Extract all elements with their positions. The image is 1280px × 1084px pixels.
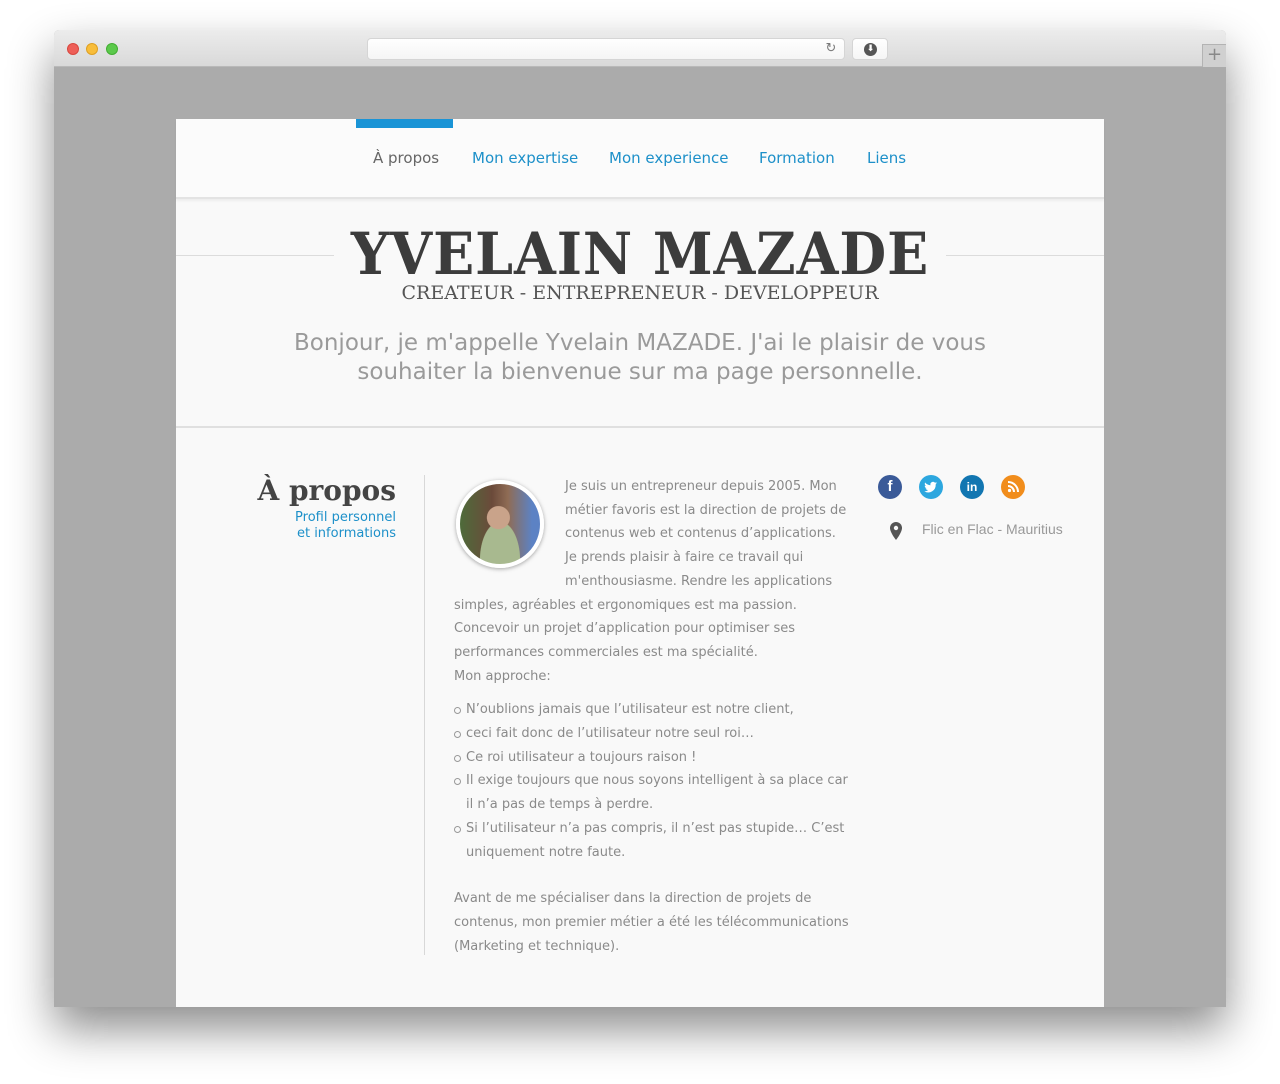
page-viewport: À propos Mon expertise Mon experience Fo… — [54, 67, 1226, 1007]
reload-icon[interactable]: ↻ — [824, 42, 838, 56]
nav-list: À propos Mon expertise Mon experience Fo… — [176, 149, 1104, 173]
downloads-button[interactable]: ⬇ — [852, 38, 888, 60]
site-tagline: CREATEUR - ENTREPRENEUR - DEVELOPPEUR — [401, 282, 879, 304]
browser-titlebar: ↻ ⬇ + — [54, 30, 1226, 67]
section-divider — [176, 426, 1104, 428]
page-container: À propos Mon expertise Mon experience Fo… — [176, 119, 1104, 1007]
about-heading: À propos — [257, 474, 397, 507]
list-item: ceci fait donc de l’utilisateur notre se… — [454, 722, 849, 746]
nav-item-mon-experience[interactable]: Mon experience — [609, 149, 729, 167]
about-subheading-line1: Profil personnel — [295, 510, 396, 525]
minimize-window-button[interactable] — [86, 43, 98, 55]
column-divider — [424, 475, 425, 955]
site-name-title: YVELAIN MAZADE — [350, 220, 930, 288]
nav-item-liens[interactable]: Liens — [867, 149, 906, 167]
browser-window: ↻ ⬇ + À propos Mon expertise Mon experie… — [54, 30, 1226, 1007]
list-item: N’oublions jamais que l’utilisateur est … — [454, 698, 849, 722]
list-item: Si l’utilisateur n’a pas compris, il n’e… — [454, 817, 849, 864]
nav-item-mon-expertise[interactable]: Mon expertise — [472, 149, 578, 167]
location-pin-icon — [890, 522, 902, 540]
approach-label: Mon approche: — [454, 668, 551, 684]
twitter-icon[interactable] — [919, 475, 943, 499]
nav-active-indicator — [356, 119, 453, 128]
close-window-button[interactable] — [67, 43, 79, 55]
facebook-icon[interactable]: f — [878, 475, 902, 499]
list-item: Il exige toujours que nous soyons intell… — [454, 769, 849, 816]
main-nav: À propos Mon expertise Mon experience Fo… — [176, 119, 1104, 199]
about-body: Je suis un entrepreneur depuis 2005. Mon… — [454, 475, 849, 958]
location-text: Flic en Flac - Mauritius — [922, 521, 1063, 537]
about-subheading: Profil personnel et informations — [236, 510, 396, 542]
list-item: Ce roi utilisateur a toujours raison ! — [454, 746, 849, 770]
intro-text: Bonjour, je m'appelle Yvelain MAZADE. J'… — [294, 330, 986, 385]
rss-icon[interactable] — [1001, 475, 1025, 499]
download-icon: ⬇ — [864, 43, 877, 56]
about-paragraph-2: Avant de me spécialiser dans la directio… — [454, 891, 849, 954]
about-subheading-line2: et informations — [296, 526, 396, 541]
nav-item-a-propos[interactable]: À propos — [373, 149, 439, 167]
nav-item-formation[interactable]: Formation — [759, 149, 835, 167]
approach-list: N’oublions jamais que l’utilisateur est … — [454, 698, 849, 864]
linkedin-icon[interactable]: in — [960, 475, 984, 499]
zoom-window-button[interactable] — [106, 43, 118, 55]
new-tab-button[interactable]: + — [1202, 44, 1226, 67]
address-bar[interactable]: ↻ — [367, 38, 845, 60]
